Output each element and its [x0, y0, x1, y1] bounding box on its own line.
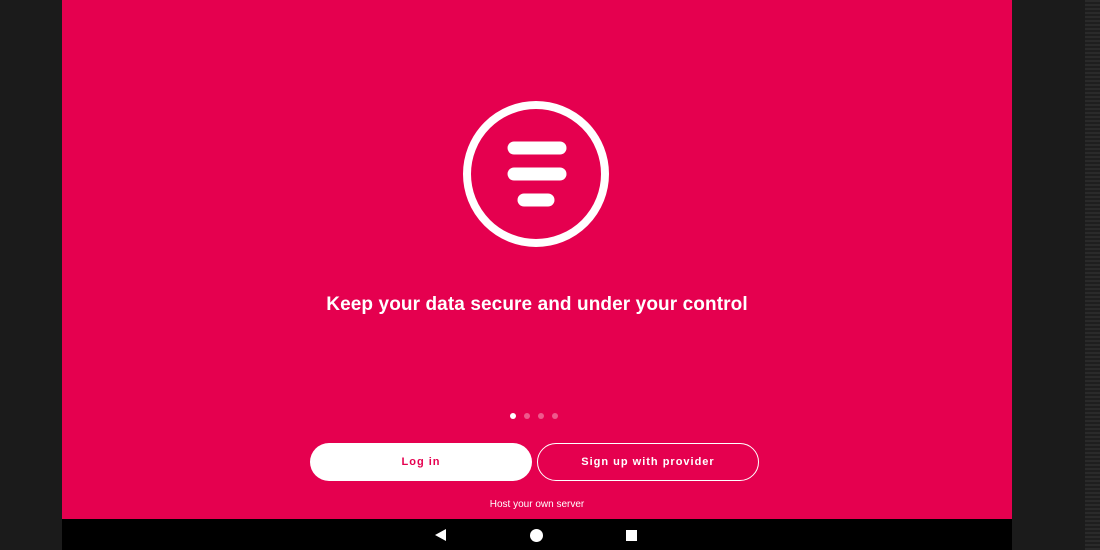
back-triangle-icon[interactable]: [433, 527, 449, 543]
page-dot-2[interactable]: [524, 413, 530, 419]
onboarding-tagline: Keep your data secure and under your con…: [326, 294, 748, 315]
onboarding-screen: Keep your data secure and under your con…: [62, 0, 1012, 519]
page-dot-1[interactable]: [510, 413, 516, 419]
device-frame: Keep your data secure and under your con…: [0, 0, 1100, 550]
recents-square-icon[interactable]: [623, 527, 639, 543]
login-button[interactable]: Log in: [310, 443, 532, 481]
host-own-server-link[interactable]: Host your own server: [62, 499, 1012, 510]
home-circle-icon[interactable]: [528, 527, 544, 543]
device-screen: Keep your data secure and under your con…: [62, 0, 1012, 550]
page-dot-3[interactable]: [538, 413, 544, 419]
system-navigation-bar: [62, 519, 1012, 550]
carousel-page-indicator: [510, 413, 558, 421]
filter-lines-circle-icon: [463, 101, 609, 247]
login-button-label: Log in: [401, 456, 441, 468]
signup-button-label: Sign up with provider: [581, 456, 715, 468]
device-bezel: [1085, 0, 1100, 550]
page-dot-4[interactable]: [552, 413, 558, 419]
signup-with-provider-button[interactable]: Sign up with provider: [537, 443, 759, 481]
